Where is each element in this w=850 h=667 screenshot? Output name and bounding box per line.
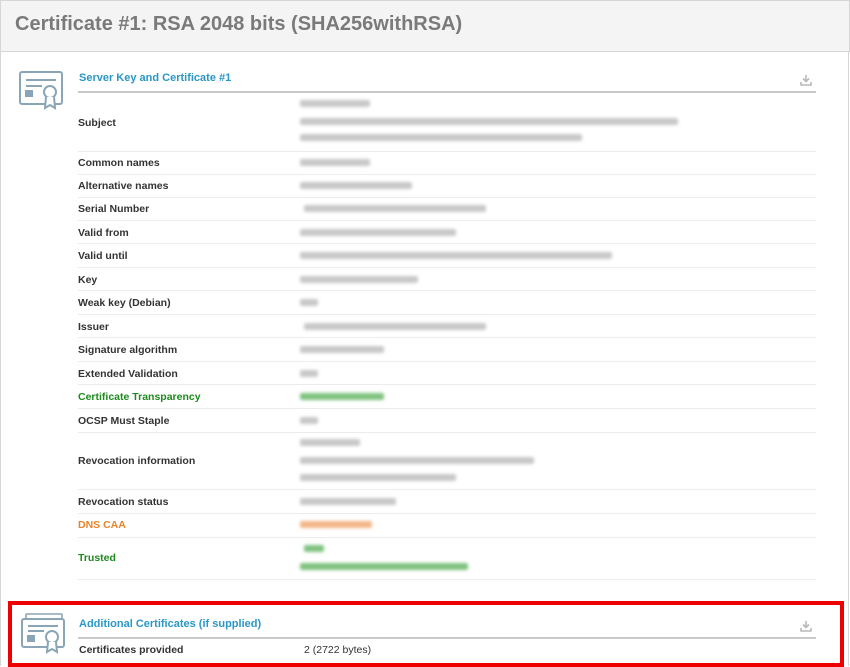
- row-issuer: Issuer: [78, 314, 816, 338]
- row-valid-until: Valid until: [78, 243, 816, 268]
- label-valid-from: Valid from: [78, 227, 129, 239]
- blurred-value: [300, 276, 418, 283]
- value-certificates-provided: 2 (2722 bytes): [304, 644, 372, 656]
- blurred-value: [300, 299, 318, 306]
- blurred-value: [300, 229, 456, 236]
- certificate-icon: [21, 613, 65, 654]
- blurred-value: [300, 252, 612, 259]
- blurred-value: [300, 563, 468, 570]
- blurred-value: [300, 182, 412, 189]
- blurred-value: [304, 205, 486, 212]
- row-ocsp-must-staple: OCSP Must Staple: [78, 408, 816, 433]
- label-revocation-information: Revocation information: [78, 455, 196, 467]
- row-revocation-status: Revocation status: [78, 489, 816, 514]
- download-icon[interactable]: [800, 74, 812, 86]
- blurred-value: [300, 118, 678, 125]
- additional-section-title: Additional Certificates (if supplied): [79, 618, 262, 630]
- label-ocsp-must-staple: OCSP Must Staple: [78, 415, 170, 427]
- row-certificate-transparency: Certificate Transparency: [78, 384, 816, 409]
- certificate-icon: [19, 71, 63, 110]
- server-section-divider: [78, 91, 816, 93]
- label-certificates-provided: Certificates provided: [79, 644, 184, 656]
- server-section-title: Server Key and Certificate #1: [79, 72, 232, 84]
- blurred-value: [304, 545, 324, 552]
- label-common-names: Common names: [78, 157, 160, 169]
- blurred-value: [300, 370, 318, 377]
- label-extended-validation: Extended Validation: [78, 368, 178, 380]
- row-common-names: Common names: [78, 151, 816, 175]
- label-trusted: Trusted: [78, 552, 116, 564]
- blurred-value: [300, 393, 384, 400]
- row-trusted: Trusted: [78, 537, 816, 580]
- label-signature-algorithm: Signature algorithm: [78, 344, 178, 356]
- blurred-value: [300, 159, 370, 166]
- blurred-value: [300, 474, 456, 481]
- row-serial-number: Serial Number: [78, 197, 816, 221]
- left-border: [0, 51, 1, 666]
- label-valid-until: Valid until: [78, 250, 128, 262]
- blurred-value: [300, 417, 318, 424]
- label-issuer: Issuer: [78, 321, 109, 333]
- label-subject: Subject: [78, 117, 116, 129]
- label-certificate-transparency: Certificate Transparency: [78, 391, 201, 403]
- highlight-box: [8, 601, 844, 667]
- blurred-value: [300, 346, 384, 353]
- label-key: Key: [78, 274, 98, 286]
- right-border: [848, 51, 849, 666]
- blurred-value: [300, 457, 534, 464]
- page-title: Certificate #1: RSA 2048 bits (SHA256wit…: [15, 13, 463, 35]
- blurred-value: [300, 134, 582, 141]
- blurred-value: [300, 100, 370, 107]
- row-alternative-names: Alternative names: [78, 174, 816, 198]
- row-subject: Subject: [78, 94, 816, 152]
- label-dns-caa: DNS CAA: [78, 519, 126, 531]
- row-weak-key: Weak key (Debian): [78, 290, 816, 315]
- label-weak-key: Weak key (Debian): [78, 297, 171, 309]
- row-dns-caa: DNS CAA: [78, 513, 816, 538]
- label-serial-number: Serial Number: [78, 203, 150, 215]
- row-key: Key: [78, 267, 816, 291]
- blurred-value: [300, 439, 360, 446]
- row-valid-from: Valid from: [78, 220, 816, 244]
- blurred-value: [300, 521, 372, 528]
- row-signature-algorithm: Signature algorithm: [78, 337, 816, 362]
- row-revocation-information: Revocation information: [78, 432, 816, 490]
- row-extended-validation: Extended Validation: [78, 361, 816, 385]
- download-icon[interactable]: [800, 620, 812, 632]
- blurred-value: [304, 323, 486, 330]
- page-header: Certificate #1: RSA 2048 bits (SHA256wit…: [0, 0, 850, 52]
- additional-section-divider: [78, 637, 816, 639]
- label-alternative-names: Alternative names: [78, 180, 169, 192]
- blurred-value: [300, 498, 396, 505]
- label-revocation-status: Revocation status: [78, 496, 169, 508]
